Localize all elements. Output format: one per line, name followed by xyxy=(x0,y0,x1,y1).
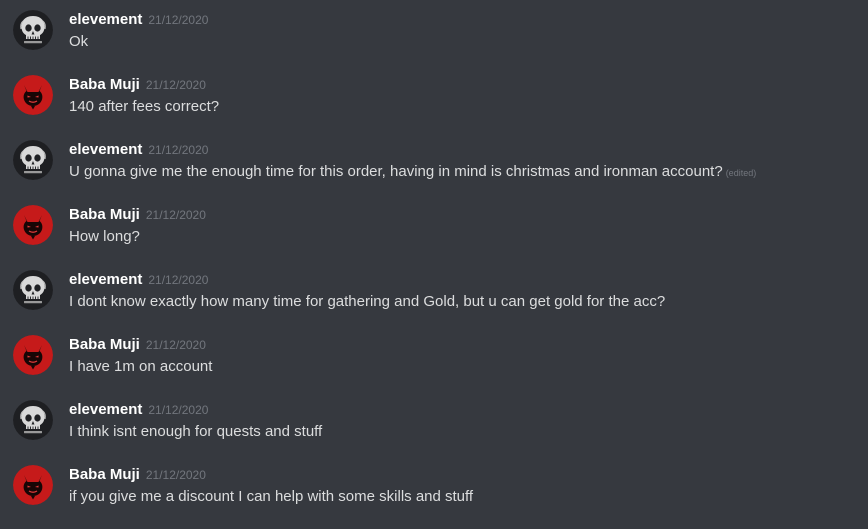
message-header: Baba Muji 21/12/2020 xyxy=(69,335,206,355)
message-text: I dont know exactly how many time for ga… xyxy=(69,293,666,310)
devil-icon xyxy=(13,75,53,115)
avatar[interactable] xyxy=(13,140,53,180)
avatar[interactable] xyxy=(13,205,53,245)
timestamp: 21/12/2020 xyxy=(148,143,209,157)
devil-icon xyxy=(13,205,53,245)
message-header: elevement 21/12/2020 xyxy=(69,140,208,160)
chat-messages: elevement 21/12/2020 Ok Baba Muji 21/12/20… xyxy=(0,0,868,529)
username[interactable]: elevement xyxy=(69,11,142,28)
message-text: I think isnt enough for quests and stuff xyxy=(69,423,323,440)
username[interactable]: Baba Muji xyxy=(69,206,140,223)
timestamp: 21/12/2020 xyxy=(148,13,209,27)
timestamp: 21/12/2020 xyxy=(145,78,206,92)
username[interactable]: Baba Muji xyxy=(69,466,140,483)
message-header: Baba Muji 21/12/2020 xyxy=(69,465,206,485)
avatar[interactable] xyxy=(13,270,53,310)
message-header: elevement 21/12/2020 xyxy=(69,400,208,420)
avatar[interactable] xyxy=(13,335,53,375)
timestamp: 21/12/2020 xyxy=(145,208,206,222)
message-text: if you give me a discount I can help wit… xyxy=(69,488,474,505)
message-header: elevement 21/12/2020 xyxy=(69,10,208,30)
message-text: U gonna give me the enough time for this… xyxy=(69,162,756,183)
message-text-body: U gonna give me the enough time for this… xyxy=(69,163,723,180)
avatar[interactable] xyxy=(13,465,53,505)
message-item: elevement 21/12/2020 U gonna give me the … xyxy=(0,130,868,195)
username[interactable]: Baba Muji xyxy=(69,336,140,353)
message-item: Baba Muji 21/12/2020 I have 1m on account xyxy=(0,325,868,390)
devil-icon xyxy=(13,465,53,505)
message-text: How long? xyxy=(69,228,140,245)
skull-icon xyxy=(13,400,53,440)
username[interactable]: elevement xyxy=(69,271,142,288)
timestamp: 21/12/2020 xyxy=(148,273,209,287)
message-text: I have 1m on account xyxy=(69,358,213,375)
message-text: Ok xyxy=(69,33,89,50)
timestamp: 21/12/2020 xyxy=(145,338,206,352)
avatar[interactable] xyxy=(13,400,53,440)
message-item: elevement 21/12/2020 I dont know exactly … xyxy=(0,260,868,325)
message-header: Baba Muji 21/12/2020 xyxy=(69,205,206,225)
avatar[interactable] xyxy=(13,10,53,50)
username[interactable]: Baba Muji xyxy=(69,76,140,93)
message-header: elevement 21/12/2020 xyxy=(69,270,208,290)
edited-label: (edited) xyxy=(725,168,757,178)
timestamp: 21/12/2020 xyxy=(148,403,209,417)
message-item: Baba Muji 21/12/2020 if you give me a dis… xyxy=(0,455,868,520)
username[interactable]: elevement xyxy=(69,401,142,418)
avatar[interactable] xyxy=(13,75,53,115)
skull-icon xyxy=(13,270,53,310)
message-text: 140 after fees correct? xyxy=(69,98,220,115)
skull-icon xyxy=(13,140,53,180)
message-item: Baba Muji 21/12/2020 How long? xyxy=(0,195,868,260)
timestamp: 21/12/2020 xyxy=(145,468,206,482)
message-header: Baba Muji 21/12/2020 xyxy=(69,75,206,95)
username[interactable]: elevement xyxy=(69,141,142,158)
devil-icon xyxy=(13,335,53,375)
message-item: elevement 21/12/2020 I think isnt enough … xyxy=(0,390,868,455)
message-item: Baba Muji 21/12/2020 140 after fees corre… xyxy=(0,65,868,130)
skull-icon xyxy=(13,10,53,50)
message-item: elevement 21/12/2020 Ok xyxy=(0,0,868,65)
